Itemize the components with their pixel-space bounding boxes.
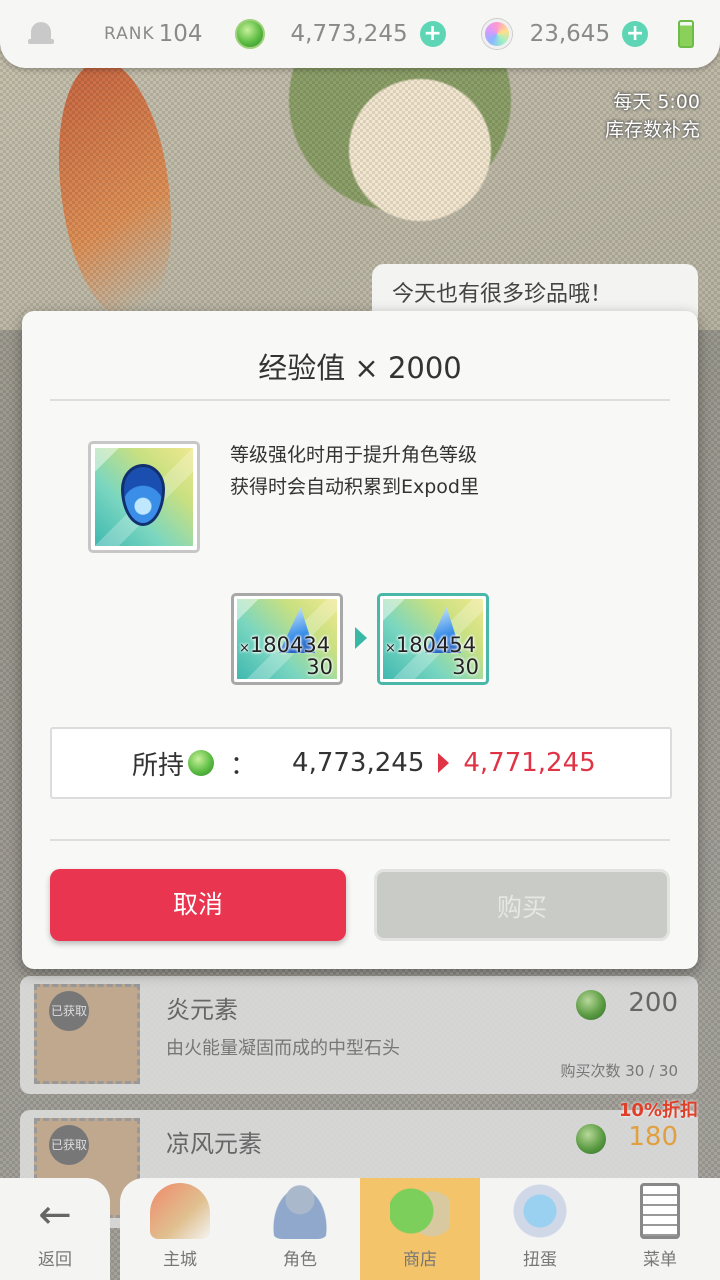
exp-drop-icon xyxy=(121,464,165,526)
battery-icon xyxy=(678,20,694,48)
stack-icon-background: ×180454 30 xyxy=(383,599,483,679)
orb-balance: 23,645 xyxy=(529,21,611,47)
description-line: 等级强化时用于提升角色等级 xyxy=(230,444,478,466)
stack-after: ×180454 30 xyxy=(377,593,489,685)
stack-before: ×180434 30 xyxy=(231,593,343,685)
bottom-nav: ← 返回 主城 角色 商店 扭蛋 菜单 xyxy=(0,1178,720,1280)
nav-tab-shop[interactable]: 商店 xyxy=(360,1178,480,1280)
rank-value: 104 xyxy=(158,21,203,47)
nav-tab-town[interactable]: 主城 xyxy=(120,1178,240,1280)
add-gems-button[interactable]: + xyxy=(419,21,446,47)
status-bar: RANK 104 4,773,245 + 23,645 + xyxy=(0,0,720,68)
arrow-right-icon xyxy=(438,753,450,773)
back-button[interactable]: ← 返回 xyxy=(0,1178,110,1280)
stack-level: 30 xyxy=(306,655,333,679)
shopkeeper-speech-bubble: 今天也有很多珍品哦！ xyxy=(372,264,698,318)
bell-icon[interactable] xyxy=(26,19,56,49)
nav-tab-label: 主城 xyxy=(163,1250,197,1270)
gem-icon xyxy=(576,990,606,1020)
nav-tabs: 主城 角色 商店 扭蛋 菜单 xyxy=(120,1178,720,1280)
nav-tab-characters[interactable]: 角色 xyxy=(240,1178,360,1280)
gacha-icon xyxy=(510,1183,570,1239)
balance-colon: ： xyxy=(230,750,257,781)
orb-icon xyxy=(481,19,512,49)
nav-tab-gacha[interactable]: 扭蛋 xyxy=(480,1178,600,1280)
dialog-title: 经验值 × 2000 xyxy=(258,351,462,385)
divider xyxy=(50,839,670,841)
item-description: 由火能量凝固而成的中型石头 xyxy=(166,1038,400,1059)
add-orbs-button[interactable]: + xyxy=(622,21,649,47)
nav-tab-label: 角色 xyxy=(283,1250,317,1270)
description-line: 获得时会自动积累到Expod里 xyxy=(230,476,479,498)
stack-icon-background: ×180434 30 xyxy=(237,599,337,679)
cancel-button[interactable]: 取消 xyxy=(50,869,346,941)
owned-badge: 已获取 xyxy=(49,1125,89,1165)
nav-tab-label: 菜单 xyxy=(643,1250,677,1270)
gem-icon xyxy=(188,750,215,776)
balance-label: 所持 xyxy=(132,750,185,781)
rank-label: RANK xyxy=(104,24,155,44)
owned-badge: 已获取 xyxy=(49,991,89,1031)
item-icon xyxy=(88,441,200,553)
stack-count: ×180454 xyxy=(385,633,477,657)
nav-tab-label: 扭蛋 xyxy=(523,1250,557,1270)
item-name: 凉风元素 xyxy=(166,1130,262,1158)
item-price: 180 xyxy=(628,1122,678,1152)
balance-current: 4,773,245 xyxy=(292,748,425,778)
menu-icon xyxy=(640,1183,680,1239)
divider xyxy=(50,399,670,401)
back-arrow-icon: ← xyxy=(38,1192,72,1238)
stack-count: ×180434 xyxy=(239,633,331,657)
gem-icon xyxy=(234,19,265,49)
restock-notice: 每天 5:00 库存数补充 xyxy=(605,88,700,144)
purchase-count: 购买次数 30 / 30 xyxy=(560,1062,678,1080)
gem-balance: 4,773,245 xyxy=(290,21,408,47)
back-label: 返回 xyxy=(38,1250,72,1270)
item-description: 等级强化时用于提升角色等级 获得时会自动积累到Expod里 xyxy=(230,439,479,503)
discount-tag: 10%折扣 xyxy=(618,1100,698,1121)
gem-icon xyxy=(576,1124,606,1154)
nav-tab-label: 商店 xyxy=(403,1250,437,1270)
item-price: 200 xyxy=(628,988,678,1018)
purchase-dialog: 经验值 × 2000 等级强化时用于提升角色等级 获得时会自动积累到Expod里… xyxy=(22,311,698,969)
stack-level: 30 xyxy=(452,655,479,679)
shop-icon xyxy=(390,1183,450,1239)
balance-after: 4,771,245 xyxy=(463,748,596,778)
arrow-right-icon xyxy=(355,627,367,649)
restock-label: 库存数补充 xyxy=(604,119,700,141)
store-item-card[interactable]: 已获取 炎元素 200 由火能量凝固而成的中型石头 购买次数 30 / 30 xyxy=(20,976,698,1094)
town-icon xyxy=(150,1183,210,1239)
character-icon xyxy=(270,1183,330,1239)
item-icon-background xyxy=(95,448,193,546)
balance-box: 所持 ： 4,773,245 4,771,245 xyxy=(50,727,672,799)
buy-button[interactable]: 购买 xyxy=(374,869,670,941)
restock-time: 每天 5:00 xyxy=(613,91,700,113)
item-name: 炎元素 xyxy=(166,996,238,1024)
nav-tab-menu[interactable]: 菜单 xyxy=(600,1178,720,1280)
item-thumbnail: 已获取 xyxy=(34,984,140,1084)
